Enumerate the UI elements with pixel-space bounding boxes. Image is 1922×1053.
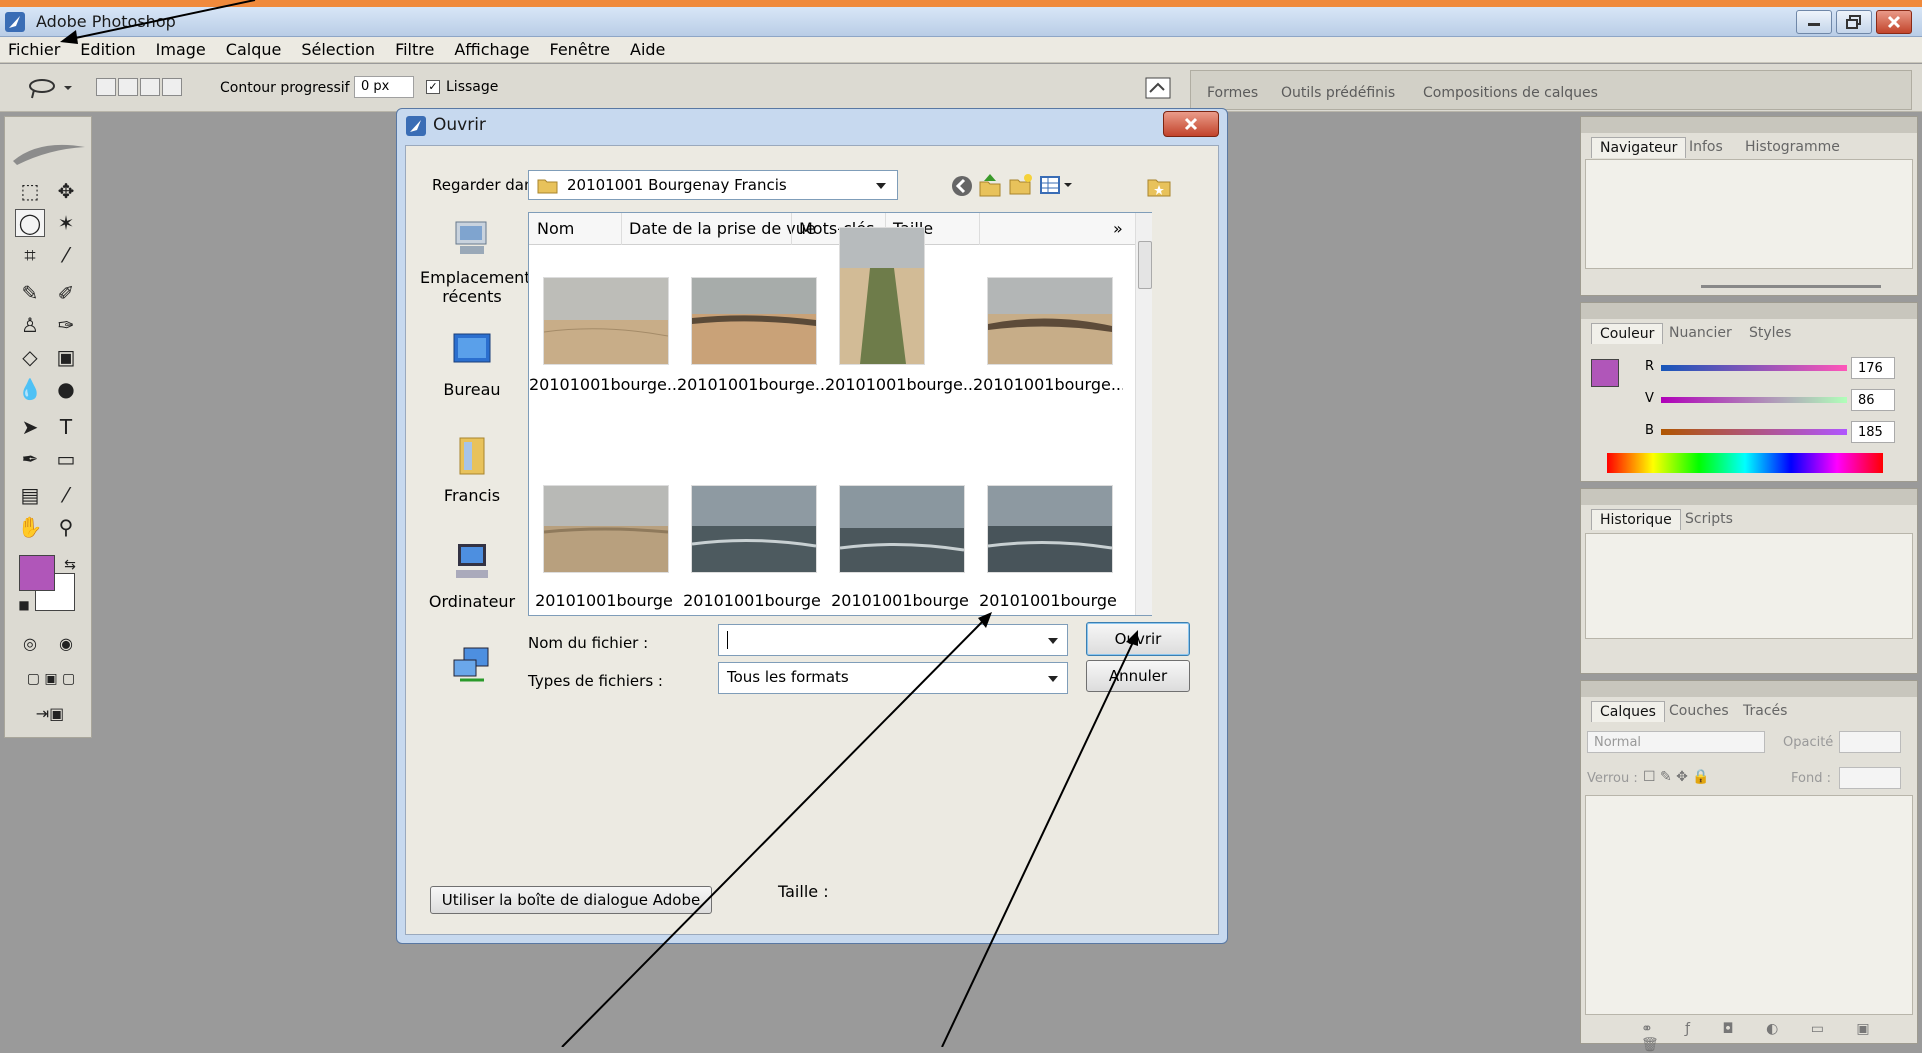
arrow-to-fichier-line [65,0,256,41]
arrow-to-file-head [978,612,992,628]
arrow-to-open-line [941,639,1135,1047]
annotation-arrows [60,0,1138,1047]
arrow-to-file-line [561,617,987,1047]
arrow-to-fichier-head [60,30,78,44]
arrow-to-open-head [1126,630,1138,646]
